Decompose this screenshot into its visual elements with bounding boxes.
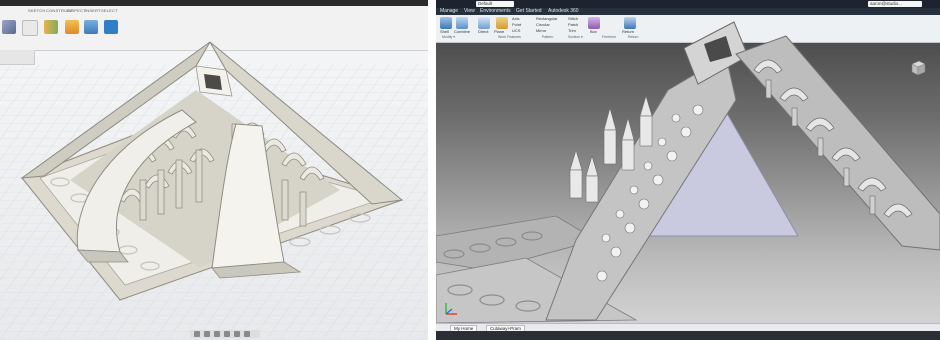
grid-settings-icon[interactable] (244, 331, 250, 337)
navigation-bar (190, 330, 260, 338)
fit-icon[interactable] (224, 331, 230, 337)
inventor-viewport[interactable] (436, 0, 940, 340)
orbit-icon[interactable] (194, 331, 200, 337)
fusion-viewport[interactable] (0, 0, 428, 340)
display-settings-icon[interactable] (234, 331, 240, 337)
apex-window (204, 74, 222, 90)
status-bar (436, 331, 940, 340)
pan-icon[interactable] (204, 331, 210, 337)
view-cube-icon[interactable] (910, 60, 926, 76)
zoom-icon[interactable] (214, 331, 220, 337)
inventor-window: Default aaron@studio... Manage View Envi… (436, 0, 940, 340)
fusion-window: SKETCH CONSTRUCT INSPECT INSERT SELECT (0, 0, 428, 340)
axis-triad-icon (445, 303, 457, 315)
